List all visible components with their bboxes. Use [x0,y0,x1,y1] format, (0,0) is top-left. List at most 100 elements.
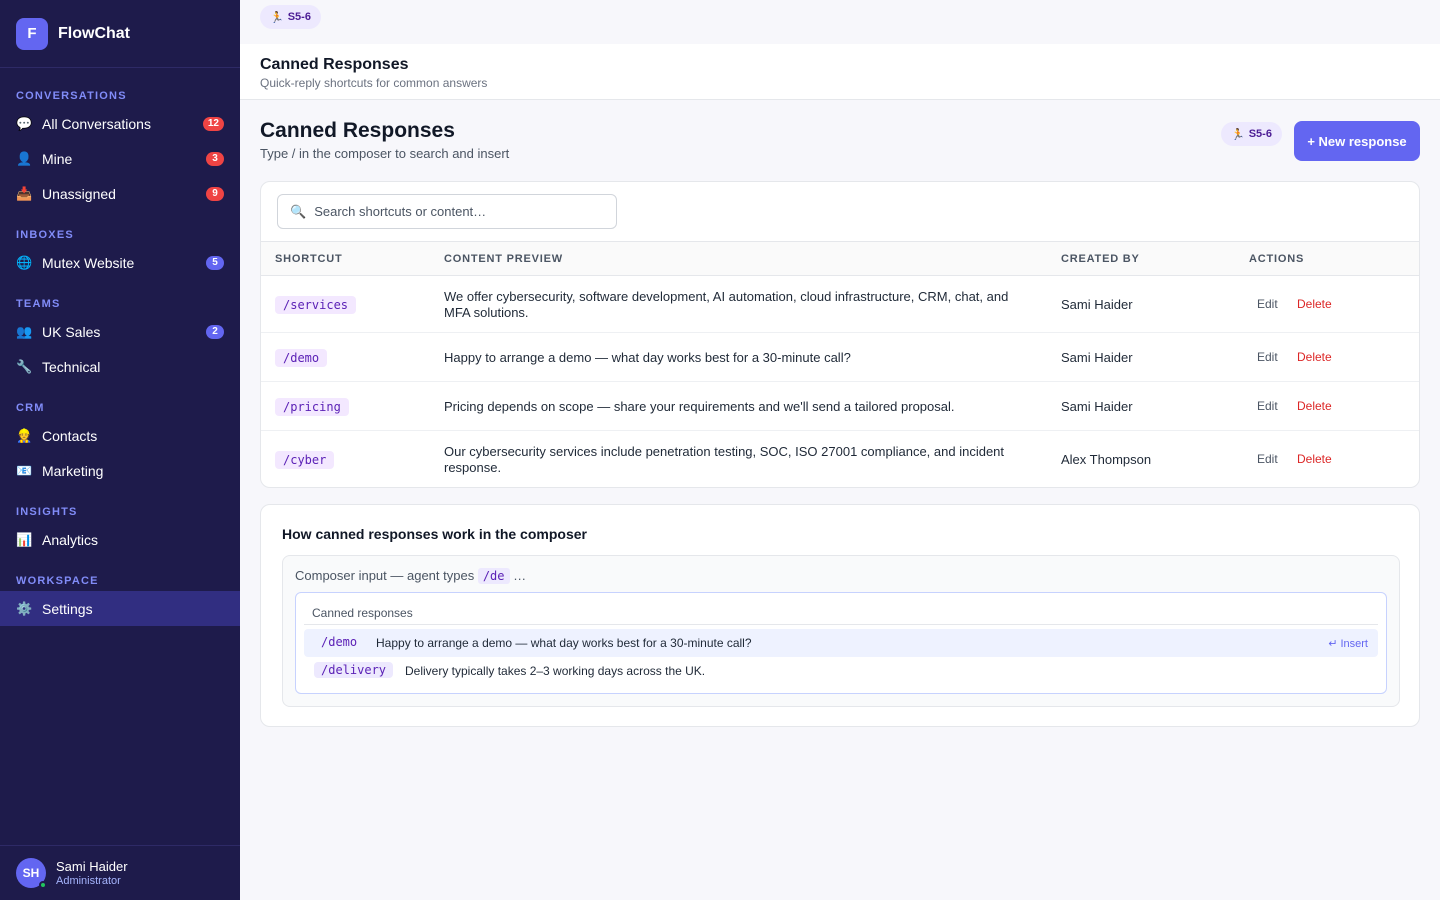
edit-button[interactable]: Edit [1257,452,1278,466]
section-workspace: WORKSPACE [16,575,99,587]
composer-help-card: How canned responses work in the compose… [260,504,1420,727]
popup-title: Canned responses [312,606,413,620]
shortcut-code: /demo [275,349,328,367]
divider [304,624,1378,625]
section-inboxes: INBOXES [16,229,74,241]
sidebar-item-mutex-website[interactable]: 🌐 Mutex Website 5 [0,245,240,280]
count-badge: 3 [206,151,224,166]
section-crm: CRM [16,402,45,414]
created-by: Sami Haider [1061,399,1133,414]
help-title: How canned responses work in the compose… [282,526,587,542]
section-conversations: CONVERSATIONS [16,90,127,102]
delete-button[interactable]: Delete [1297,350,1332,364]
sprint-chip-label: S5-6 [287,11,311,23]
sidebar-item-uk-sales[interactable]: 👥 UK Sales 2 [0,314,240,349]
shortcut-code: /pricing [275,398,349,416]
sidebar-item-all-conversations[interactable]: 💬 All Conversations 12 [0,106,240,141]
count-badge: 2 [206,324,224,339]
suggestion-item[interactable]: /delivery Delivery typically takes 2–3 w… [304,657,1378,685]
sidebar-item-label: UK Sales [42,323,101,340]
sidebar-item-contacts[interactable]: 👷 Contacts [0,418,240,453]
app-logo: F [16,17,48,50]
section-title: Canned Responses [260,119,455,142]
delete-button[interactable]: Delete [1297,297,1332,311]
app-name: FlowChat [58,24,130,42]
sidebar-item-label: Settings [42,600,93,617]
chat-bubble-icon: 💬 [16,115,33,131]
sidebar-item-label: All Conversations [42,115,151,132]
section-teams: TEAMS [16,298,61,310]
sidebar-item-settings[interactable]: ⚙️ Settings [0,591,240,626]
content-preview: We offer cybersecurity, software develop… [444,289,1009,320]
top-strip: 🏃 S5-6 [240,0,1440,44]
bar-chart-icon: 📊 [16,531,33,547]
column-header-created-by: CREATED BY [1061,253,1140,265]
users-icon: 👥 [16,323,33,339]
sprint-chip: 🏃 S5-6 [260,5,321,29]
globe-icon: 🌐 [16,254,33,270]
sidebar-item-label: Mutex Website [42,254,135,271]
sidebar-item-label: Contacts [42,427,98,444]
composer-demo: Composer input — agent types /de … Canne… [282,555,1400,707]
runner-icon: 🏃 [270,11,284,24]
content-preview: Pricing depends on scope — share your re… [444,399,955,414]
table-row: /cyber Our cybersecurity services includ… [261,431,1419,487]
section-insights: INSIGHTS [16,506,78,518]
contact-person-icon: 👷 [16,427,33,443]
envelope-icon: 📧 [16,462,33,478]
column-header-shortcut: SHORTCUT [275,253,343,265]
sidebar-item-label: Unassigned [42,185,116,202]
table-row: /demo Happy to arrange a demo — what day… [261,333,1419,382]
sidebar-item-mine[interactable]: 👤 Mine 3 [0,141,240,176]
online-status-dot [39,881,47,889]
composer-label: Composer input — agent types /de … [295,568,527,584]
delete-button[interactable]: Delete [1297,399,1332,413]
wrench-icon: 🔧 [16,358,33,374]
count-badge: 9 [206,186,224,201]
new-response-button[interactable]: + New response [1294,121,1420,161]
edit-button[interactable]: Edit [1257,399,1278,413]
table-row: /services We offer cybersecurity, softwa… [261,276,1419,333]
content-preview: Happy to arrange a demo — what day works… [444,350,851,365]
suggestion-item[interactable]: /demo Happy to arrange a demo — what day… [304,629,1378,657]
sidebar-item-technical[interactable]: 🔧 Technical [0,349,240,384]
column-header-actions: ACTIONS [1249,253,1305,265]
search-icon: 🔍 [290,203,307,219]
sidebar-item-marketing[interactable]: 📧 Marketing [0,453,240,488]
suggestion-shortcut: /demo [321,635,358,649]
user-role: Administrator [56,875,121,887]
content-preview: Our cybersecurity services include penet… [444,444,1005,475]
search-box[interactable]: 🔍 [277,194,617,229]
table-row: /pricing Pricing depends on scope — shar… [261,382,1419,431]
user-icon: 👤 [16,150,33,166]
sidebar-item-label: Analytics [42,531,99,548]
edit-button[interactable]: Edit [1257,350,1278,364]
count-badge: 5 [206,255,224,270]
composer-label-suffix: … [513,568,527,583]
page-title: Canned Responses [260,56,409,73]
responses-table-card: 🔍 SHORTCUT CONTENT PREVIEW CREATED BY AC… [260,181,1420,488]
sidebar-item-label: Marketing [42,462,104,479]
search-input[interactable] [314,204,595,219]
canned-suggestions-popup: Canned responses /demo Happy to arrange … [295,592,1387,694]
suggestion-text: Delivery typically takes 2–3 working day… [405,664,706,678]
edit-button[interactable]: Edit [1257,297,1278,311]
avatar-initials: SH [22,866,40,880]
user-profile[interactable]: SH Sami Haider Administrator [0,845,240,900]
sidebar-item-analytics[interactable]: 📊 Analytics [0,522,240,557]
page-subtitle: Quick-reply shortcuts for common answers [260,76,488,90]
inbox-tray-icon: 📥 [16,185,33,201]
table-header: SHORTCUT CONTENT PREVIEW CREATED BY ACTI… [261,241,1419,276]
sidebar-item-unassigned[interactable]: 📥 Unassigned 9 [0,176,240,211]
created-by: Alex Thompson [1061,452,1152,467]
created-by: Sami Haider [1061,297,1133,312]
sprint-chip: 🏃 S5-6 [1221,122,1282,146]
section-subtitle: Type / in the composer to search and ins… [260,146,510,161]
delete-button[interactable]: Delete [1297,452,1332,466]
sprint-chip-label: S5-6 [1248,128,1272,140]
page-header: Canned Responses Quick-reply shortcuts f… [240,44,1440,100]
composer-typed-text: /de [477,568,510,584]
suggestion-text: Happy to arrange a demo — what day works… [376,636,752,650]
gear-icon: ⚙️ [16,600,33,616]
shortcut-code: /services [275,296,357,314]
